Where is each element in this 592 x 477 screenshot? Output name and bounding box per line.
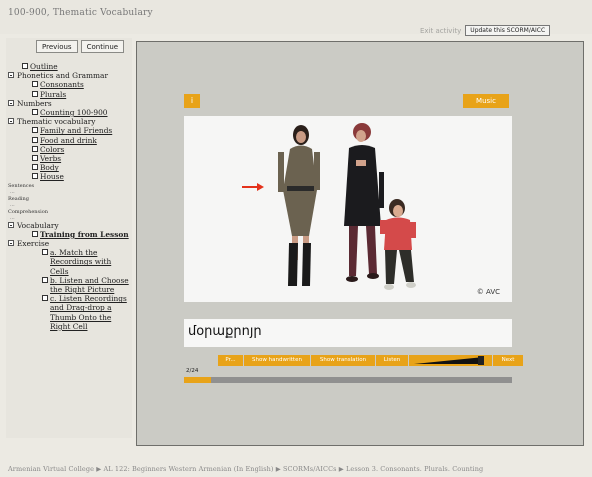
copyright-label: © AVC xyxy=(476,288,500,296)
flashcard-image: © AVC xyxy=(184,116,512,302)
show-handwritten-button[interactable]: Show handwritten xyxy=(244,355,310,366)
pointer-arrow-icon xyxy=(242,183,264,191)
previous-button[interactable]: Previous xyxy=(36,40,78,53)
checkbox-icon[interactable] xyxy=(32,136,38,143)
tree-label-sentences: Sentences xyxy=(8,182,35,189)
tree-label-comprehension: Comprehension xyxy=(8,208,48,215)
tree-item-plurals[interactable]: Plurals xyxy=(8,90,132,99)
previous-card-button[interactable]: Pr... xyxy=(218,355,243,366)
progress-counter: 2/24 xyxy=(186,368,199,374)
checkbox-icon[interactable] xyxy=(32,173,38,180)
collapse-icon[interactable] xyxy=(8,221,14,228)
tree-section-exercise[interactable]: Exercise xyxy=(8,239,132,248)
checkbox-icon[interactable] xyxy=(32,155,38,162)
child-figure xyxy=(380,199,416,290)
checkbox-icon[interactable] xyxy=(22,63,28,69)
tree-item-body[interactable]: Body xyxy=(8,163,132,172)
word-display: մօրաքրոյր xyxy=(184,319,512,347)
update-scorm-button[interactable]: Update this SCORM/AICC xyxy=(465,25,551,36)
exit-activity-link[interactable]: Exit activity xyxy=(420,27,461,35)
tree-item-consonants[interactable]: Consonants xyxy=(8,80,132,89)
collapse-icon[interactable] xyxy=(8,72,14,79)
flashcard-stage: i Music © AVC մօրաքրոյր Pr... Show handw… xyxy=(184,92,523,384)
woman-figure xyxy=(344,123,384,282)
info-button[interactable]: i xyxy=(184,94,200,108)
lesson-tree: Outline Phonetics and Grammar Consonants… xyxy=(8,62,132,331)
breadcrumb: Armenian Virtual College ▶ AL 122: Begin… xyxy=(8,465,484,473)
volume-level-icon xyxy=(414,357,484,364)
checkbox-icon[interactable] xyxy=(32,90,38,97)
collapse-icon[interactable] xyxy=(8,99,14,106)
flashcard-controls: Pr... Show handwritten Show translation … xyxy=(218,355,523,366)
vocabulary-word: մօրաքրոյր xyxy=(188,324,262,339)
tree-section-numbers[interactable]: Numbers xyxy=(8,99,132,108)
sidebar: Previous Continue Outline Phonetics and … xyxy=(6,38,132,438)
tree-item-family[interactable]: Family and Friends xyxy=(8,126,132,135)
tree-item-verbs[interactable]: Verbs xyxy=(8,154,132,163)
tree-item-exercise-c[interactable]: c. Listen Recordings and Drag-drop a Thu… xyxy=(8,294,132,331)
family-photo xyxy=(242,123,416,290)
page-title: 100-900, Thematic Vocabulary xyxy=(8,8,153,18)
tree-section-thematic[interactable]: Thematic vocabulary xyxy=(8,117,132,126)
music-button[interactable]: Music xyxy=(463,94,509,108)
checkbox-icon[interactable] xyxy=(32,145,38,152)
listen-button[interactable]: Listen xyxy=(376,355,408,366)
collapse-icon[interactable] xyxy=(8,118,14,125)
next-card-button[interactable]: Next xyxy=(493,355,523,366)
show-translation-button[interactable]: Show translation xyxy=(311,355,375,366)
checkbox-icon[interactable] xyxy=(32,81,38,88)
tree-label-reading: Reading xyxy=(8,195,29,202)
tree-item-house[interactable]: House xyxy=(8,172,132,181)
tree-item-colors[interactable]: Colors xyxy=(8,145,132,154)
tree-section-phonetics[interactable]: Phonetics and Grammar xyxy=(8,71,132,80)
checkbox-icon[interactable] xyxy=(32,127,38,134)
tree-section-vocabulary[interactable]: Vocabulary xyxy=(8,221,132,230)
checkbox-icon[interactable] xyxy=(42,276,48,283)
tree-item-exercise-b[interactable]: b. Listen and Choose the Right Picture xyxy=(8,276,132,294)
checkbox-icon[interactable] xyxy=(32,164,38,171)
woman-figure xyxy=(278,125,320,286)
continue-button[interactable]: Continue xyxy=(80,40,125,53)
tree-item-food[interactable]: Food and drink xyxy=(8,136,132,145)
checkbox-icon[interactable] xyxy=(32,230,38,237)
progress-bar xyxy=(184,377,512,383)
volume-knob[interactable] xyxy=(478,356,484,365)
activity-toolbar: Exit activity Update this SCORM/AICC xyxy=(420,25,551,36)
progress-fill xyxy=(184,377,212,383)
collapse-icon[interactable] xyxy=(8,240,14,247)
checkbox-icon[interactable] xyxy=(32,109,38,116)
checkbox-icon[interactable] xyxy=(42,249,48,256)
checkbox-icon[interactable] xyxy=(42,295,48,302)
tree-item-exercise-a[interactable]: a. Match the Recordings with Cells xyxy=(8,248,132,276)
volume-slider[interactable] xyxy=(409,355,492,366)
tree-item-outline[interactable]: Outline xyxy=(8,62,132,71)
nav-buttons: Previous Continue xyxy=(36,40,125,53)
tree-item-training[interactable]: Training from Lesson xyxy=(8,230,132,239)
tree-item-counting[interactable]: Counting 100-900 xyxy=(8,108,132,117)
